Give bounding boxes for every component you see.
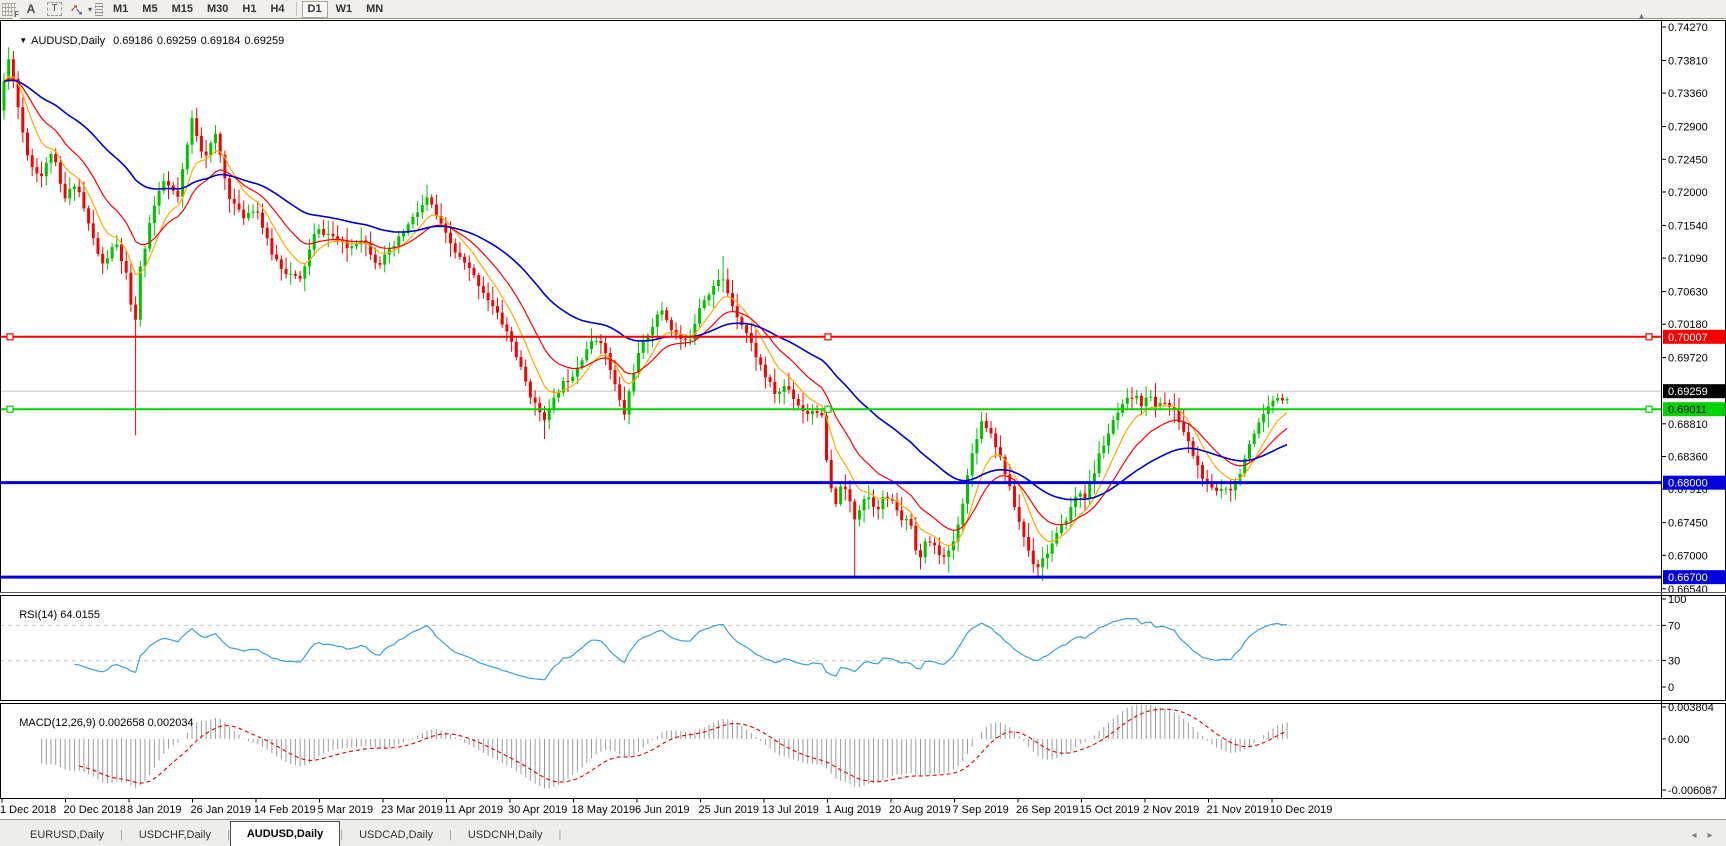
rsi-name: RSI(14) — [19, 609, 58, 621]
line-anchor-marker[interactable] — [1645, 405, 1653, 413]
chart-tab-AUDUSD[interactable]: AUDUSD,Daily — [229, 821, 341, 846]
macd-signal-value: 0.002034 — [147, 717, 194, 729]
chart-tab-USDCAD[interactable]: USDCAD,Daily — [343, 825, 449, 846]
price-axis-tick: 0.74270 — [1668, 22, 1708, 34]
date-axis-label: 8 Jan 2019 — [127, 804, 181, 816]
chart-tab-USDCNH[interactable]: USDCNH,Daily — [452, 825, 559, 846]
rsi-axis-tick: 0 — [1668, 682, 1674, 694]
chart-tab-EURUSD[interactable]: EURUSD,Daily — [14, 825, 120, 846]
price-tag-label: 0.69011 — [1668, 404, 1707, 416]
chart-title: ▼ AUDUSD,Daily 0.69186 0.69259 0.69184 0.6925… — [7, 23, 288, 59]
price-axis-tick: 0.72900 — [1668, 122, 1708, 134]
date-axis-label: 7 Sep 2019 — [953, 804, 1009, 816]
price-axis-tick: 0.73810 — [1668, 55, 1708, 67]
date-axis-label: 5 Mar 2019 — [318, 804, 374, 816]
tab-separator: | — [558, 829, 562, 841]
macd-axis-tick: 0.00 — [1668, 734, 1689, 746]
rsi-value: 64.0155 — [60, 609, 100, 621]
toolbar: F A T ➚ ➘ ▾ M1 M5 M15 M30 H1 H4 D1 W1 MN — [0, 0, 1726, 19]
axis-scroll-up-icon[interactable]: ▲ — [1637, 11, 1646, 21]
price-axis-tick: 0.68360 — [1668, 452, 1708, 464]
line-anchor-marker[interactable] — [824, 405, 832, 413]
date-axis-label: 23 Mar 2019 — [381, 804, 443, 816]
price-tag-label: 0.70007 — [1668, 332, 1708, 344]
date-axis-label: 10 Dec 2019 — [1270, 804, 1332, 816]
date-axis-label: 20 Dec 2018 — [64, 804, 126, 816]
price-axis-tick: 0.72450 — [1668, 154, 1708, 166]
date-axis-label: 1 Dec 2018 — [0, 804, 56, 816]
date-axis-label: 20 Aug 2019 — [889, 804, 951, 816]
date-axis-label: 21 Nov 2019 — [1207, 804, 1269, 816]
price-tag-label: 0.66700 — [1668, 572, 1708, 584]
tab-scroll-left-icon[interactable]: ◂ — [1686, 825, 1702, 846]
date-axis-label: 26 Sep 2019 — [1016, 804, 1078, 816]
open-value: 0.69186 — [113, 35, 153, 47]
price-axis-tick: 0.71090 — [1668, 253, 1708, 265]
chevron-down-icon[interactable]: ▾ — [88, 5, 92, 14]
price-chart[interactable]: 0.74270 0.73810 0.73360 0.72900 0.72450 0.720… — [0, 18, 1726, 819]
line-anchor-marker[interactable] — [6, 333, 14, 341]
date-axis-label: 14 Feb 2019 — [254, 804, 316, 816]
terminal-window: F A T ➚ ➘ ▾ M1 M5 M15 M30 H1 H4 D1 W1 MN ▼ AUDUSD… — [0, 0, 1726, 846]
timeframe-button-H4[interactable]: H4 — [264, 1, 290, 18]
date-axis-label: 1 Aug 2019 — [826, 804, 882, 816]
date-axis-label: 26 Jan 2019 — [191, 804, 252, 816]
macd-main-value: 0.002658 — [98, 717, 145, 729]
close-value: 0.69259 — [244, 35, 285, 47]
collapse-triangle-icon[interactable]: ▼ — [19, 36, 27, 45]
price-axis-tick: 0.72000 — [1668, 187, 1708, 199]
symbol-period-label: AUDUSD,Daily — [31, 35, 106, 47]
text-box-tool-icon[interactable]: T — [47, 2, 62, 16]
date-axis-label: 2 Nov 2019 — [1143, 804, 1199, 816]
timeframe-toolbar: M1 M5 M15 M30 H1 H4 D1 W1 MN — [106, 0, 390, 18]
date-axis-label: 15 Oct 2019 — [1080, 804, 1140, 816]
date-axis-label: 25 Jun 2019 — [699, 804, 760, 816]
chart-tab-bar: EURUSD,Daily | USDCHF,Daily | AUDUSD,Daily | U… — [0, 819, 1726, 846]
date-axis-label: 13 Jul 2019 — [762, 804, 819, 816]
price-axis-tick: 0.70630 — [1668, 287, 1708, 299]
tab-scroll-right-icon[interactable]: ▸ — [1702, 825, 1718, 846]
price-axis-tick: 0.67000 — [1668, 550, 1708, 562]
chart-tab-USDCHF[interactable]: USDCHF,Daily — [123, 825, 227, 846]
macd-name: MACD(12,26,9) — [19, 717, 96, 729]
toolbar-grip[interactable] — [95, 2, 104, 16]
timeframe-button-M1[interactable]: M1 — [107, 1, 134, 18]
timeframe-button-M15[interactable]: M15 — [166, 1, 199, 18]
timeframe-button-MN[interactable]: MN — [360, 1, 389, 18]
rsi-indicator-label: RSI(14) 64.0155 — [7, 597, 100, 633]
arrow-objects-icon[interactable]: ➚ ➘ — [69, 2, 85, 18]
date-axis-label: 30 Apr 2019 — [508, 804, 567, 816]
timeframe-button-D1[interactable]: D1 — [301, 0, 328, 18]
price-axis-tick: 0.69720 — [1668, 353, 1708, 365]
fibonacci-tool-icon[interactable]: F — [2, 2, 20, 19]
price-axis-tick: 0.68810 — [1668, 419, 1708, 431]
price-axis-tick: 0.71540 — [1668, 220, 1708, 232]
macd-indicator-label: MACD(12,26,9) 0.002658 0.002034 — [7, 705, 194, 741]
rsi-axis-tick: 70 — [1668, 620, 1680, 632]
line-anchor-marker[interactable] — [824, 333, 832, 341]
timeframe-button-H1[interactable]: H1 — [236, 1, 262, 18]
timeframe-button-M5[interactable]: M5 — [136, 1, 163, 18]
price-tag-label: 0.68000 — [1668, 478, 1708, 490]
chart-tabs: EURUSD,Daily | USDCHF,Daily | AUDUSD,Daily | U… — [14, 821, 561, 846]
price-axis-tick: 0.73360 — [1668, 88, 1708, 100]
price-tag-label: 0.69259 — [1668, 386, 1708, 398]
date-axis-label: 6 Jun 2019 — [635, 804, 689, 816]
timeframe-button-M30[interactable]: M30 — [201, 1, 234, 18]
rsi-axis-tick: 30 — [1668, 656, 1680, 668]
line-anchor-marker[interactable] — [1645, 333, 1653, 341]
high-value: 0.69259 — [156, 35, 197, 47]
line-anchor-marker[interactable] — [6, 405, 14, 413]
low-value: 0.69184 — [200, 35, 241, 47]
macd-axis-tick: -0.006087 — [1668, 785, 1718, 797]
date-axis-label: 11 Apr 2019 — [445, 804, 504, 816]
price-axis-tick: 0.70180 — [1668, 319, 1708, 331]
timeframe-button-W1[interactable]: W1 — [330, 1, 359, 18]
date-axis-label: 18 May 2019 — [572, 804, 636, 816]
text-label-tool-icon[interactable]: A — [22, 2, 40, 17]
price-axis-tick: 0.67450 — [1668, 518, 1708, 530]
